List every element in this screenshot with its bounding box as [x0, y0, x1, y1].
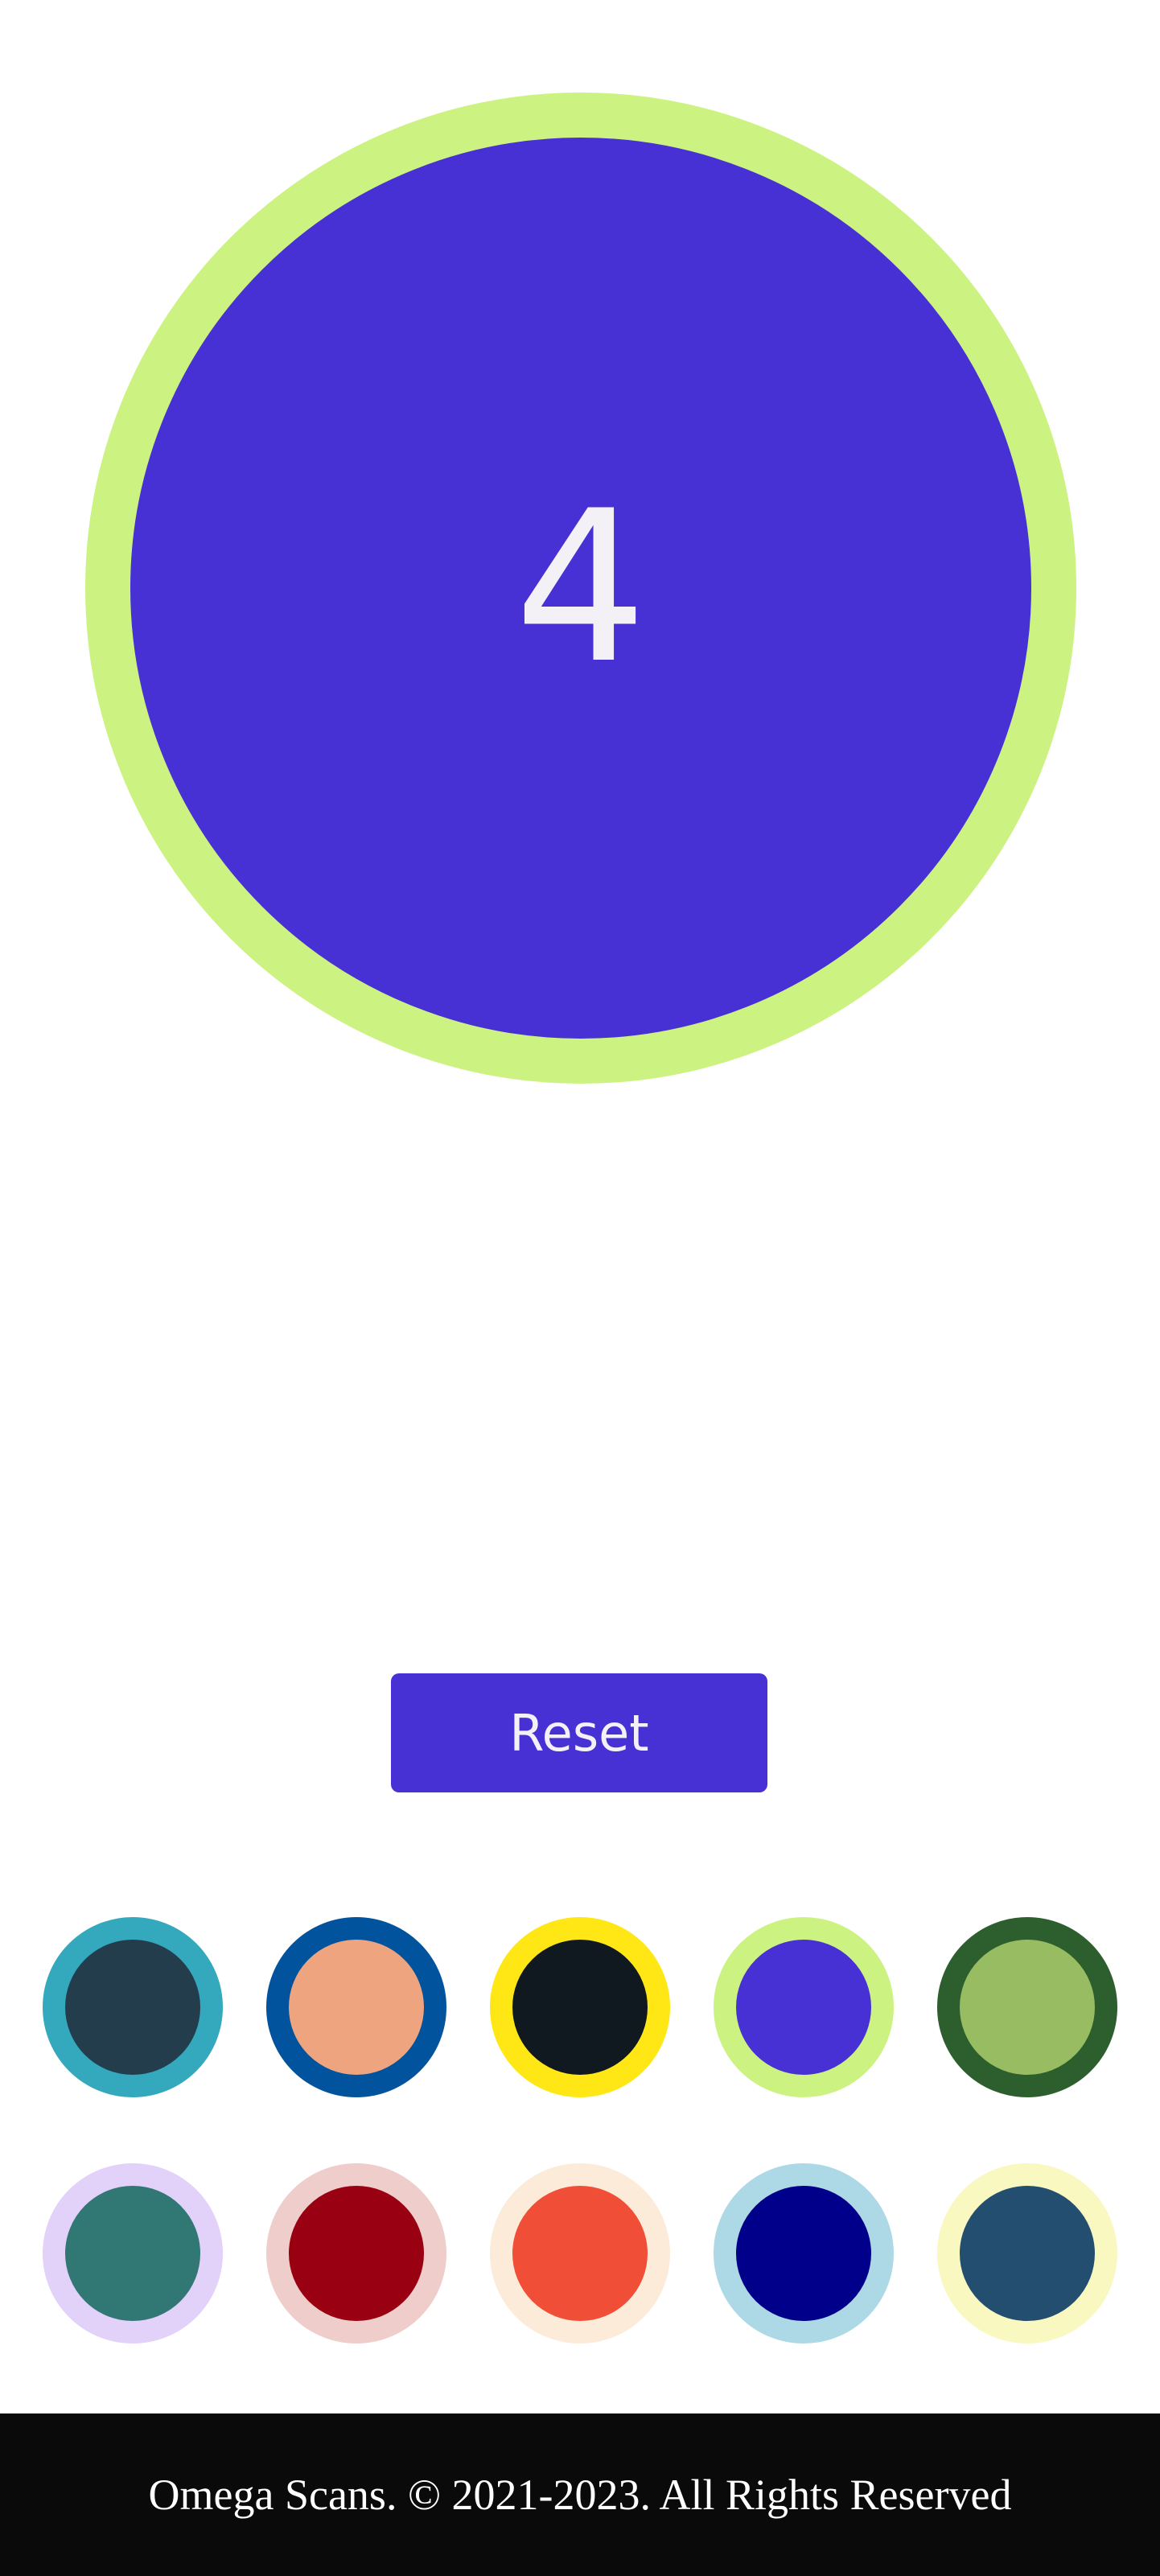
color-swatch-2[interactable] — [266, 1917, 446, 2097]
color-swatch-grid — [43, 1917, 1117, 2344]
color-swatch-9[interactable] — [714, 2163, 894, 2344]
color-swatch-6[interactable] — [43, 2163, 223, 2344]
color-swatch-5[interactable] — [937, 1917, 1117, 2097]
color-swatch-10[interactable] — [937, 2163, 1117, 2344]
reset-button[interactable]: Reset — [391, 1673, 767, 1792]
color-swatch-4[interactable] — [714, 1917, 894, 2097]
color-swatch-3[interactable] — [490, 1917, 670, 2097]
color-swatch-1[interactable] — [43, 1917, 223, 2097]
footer-copyright: Omega Scans. © 2021-2023. All Rights Res… — [148, 2471, 1012, 2519]
counter-value: 4 — [514, 467, 648, 710]
footer: Omega Scans. © 2021-2023. All Rights Res… — [0, 2413, 1160, 2576]
counter-circle[interactable]: 4 — [85, 93, 1076, 1084]
color-swatch-7[interactable] — [266, 2163, 446, 2344]
color-swatch-8[interactable] — [490, 2163, 670, 2344]
